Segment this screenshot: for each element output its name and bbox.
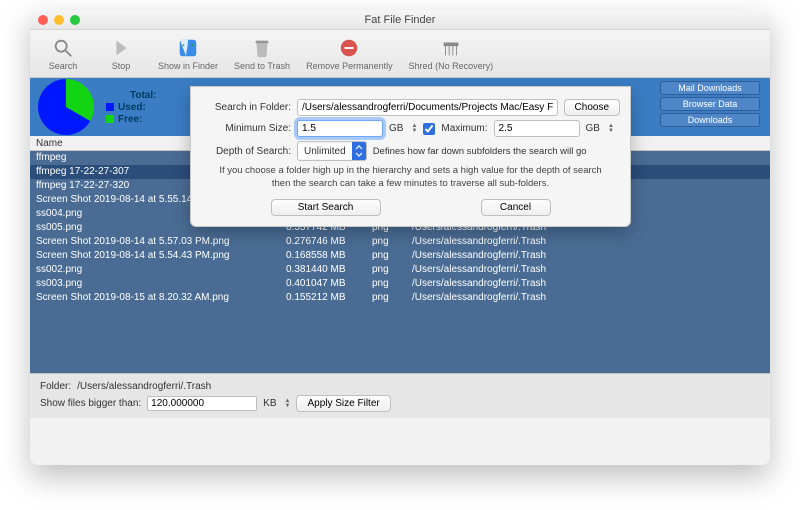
show-bigger-label: Show files bigger than: [40, 398, 141, 409]
start-search-button[interactable]: Start Search [271, 199, 381, 216]
depth-select[interactable]: Unlimited [297, 141, 367, 161]
folder-path: /Users/alessandrogferri/.Trash [77, 381, 211, 392]
browser-data-button[interactable]: Browser Data [660, 97, 760, 111]
toolbar-search-button[interactable]: Search [36, 34, 90, 73]
chevron-down-icon: ▼ [411, 129, 417, 134]
toolbar-label: Shred (No Recovery) [409, 61, 494, 71]
used-swatch-icon [106, 103, 114, 111]
size-unit-label: KB [263, 398, 276, 409]
max-stepper[interactable]: ▲▼ [608, 124, 614, 134]
trash-icon [250, 36, 274, 60]
maximum-checkbox[interactable] [423, 123, 435, 135]
minimum-size-input[interactable] [297, 120, 383, 137]
shred-icon [439, 36, 463, 60]
cancel-button[interactable]: Cancel [481, 199, 551, 216]
window-title: Fat File Finder [30, 14, 770, 26]
titlebar: Fat File Finder [30, 10, 770, 30]
size-threshold-input[interactable] [147, 396, 257, 411]
disk-legend: Total: Used: Free: [106, 89, 156, 126]
search-folder-input[interactable] [297, 99, 558, 116]
table-row[interactable]: Screen Shot 2019-08-14 at 5.54.43 PM.png… [30, 249, 770, 263]
toolbar-remove-permanently-button[interactable]: Remove Permanently [300, 34, 399, 73]
table-row[interactable]: Screen Shot 2019-08-15 at 8.20.32 AM.png… [30, 291, 770, 305]
stop-icon [109, 36, 133, 60]
toolbar-stop-button[interactable]: Stop [94, 34, 148, 73]
table-row[interactable]: ss003.png0.401047 MBpng/Users/alessandro… [30, 277, 770, 291]
toolbar-send-to-trash-button[interactable]: Send to Trash [228, 34, 296, 73]
search-folder-label: Search in Folder: [201, 102, 291, 113]
maximum-size-input[interactable] [494, 120, 580, 137]
total-label: Total: [130, 90, 156, 101]
toolbar-label: Show in Finder [158, 61, 218, 71]
finder-icon [176, 36, 200, 60]
min-stepper[interactable]: ▲▼ [411, 124, 417, 134]
column-header-name: Name [36, 138, 63, 149]
apply-size-filter-button[interactable]: Apply Size Filter [296, 395, 390, 412]
minimum-size-label: Minimum Size: [201, 123, 291, 134]
remove-icon [337, 36, 361, 60]
table-row[interactable]: Screen Shot 2019-08-14 at 5.57.03 PM.png… [30, 235, 770, 249]
maximum-label: Maximum: [441, 123, 487, 134]
search-dialog: Search in Folder: Choose Minimum Size: G… [190, 86, 631, 227]
choose-folder-button[interactable]: Choose [564, 99, 620, 116]
depth-value: Unlimited [298, 144, 352, 159]
footer-bar: Folder: /Users/alessandrogferri/.Trash S… [30, 373, 770, 418]
table-row[interactable]: ss002.png0.381440 MBpng/Users/alessandro… [30, 263, 770, 277]
toolbar-show-in-finder-button[interactable]: Show in Finder [152, 34, 224, 73]
toolbar-label: Stop [112, 61, 131, 71]
folder-label: Folder: [40, 381, 71, 392]
toolbar-label: Send to Trash [234, 61, 290, 71]
select-arrow-icon [352, 142, 366, 160]
dialog-note: If you choose a folder high up in the hi… [201, 165, 620, 191]
max-unit-label: GB [586, 123, 600, 134]
min-unit-label: GB [389, 123, 403, 134]
app-window: Fat File Finder Search Stop Show in Find… [30, 10, 770, 465]
search-icon [51, 36, 75, 60]
used-label: Used: [118, 102, 146, 113]
free-label: Free: [118, 114, 142, 125]
depth-label: Depth of Search: [201, 146, 291, 157]
size-stepper[interactable]: ▲ ▼ [285, 399, 291, 409]
chevron-down-icon: ▼ [608, 129, 614, 134]
free-swatch-icon [106, 115, 114, 123]
downloads-button[interactable]: Downloads [660, 113, 760, 127]
depth-hint: Defines how far down subfolders the sear… [373, 146, 620, 157]
toolbar-label: Search [49, 61, 78, 71]
toolbar-shred-button[interactable]: Shred (No Recovery) [403, 34, 500, 73]
toolbar-label: Remove Permanently [306, 61, 393, 71]
mail-downloads-button[interactable]: Mail Downloads [660, 81, 760, 95]
toolbar: Search Stop Show in Finder Send to Trash… [30, 30, 770, 78]
disk-usage-pie-icon [38, 79, 94, 135]
shortcut-buttons: Mail Downloads Browser Data Downloads [660, 81, 760, 127]
chevron-down-icon: ▼ [285, 404, 291, 409]
